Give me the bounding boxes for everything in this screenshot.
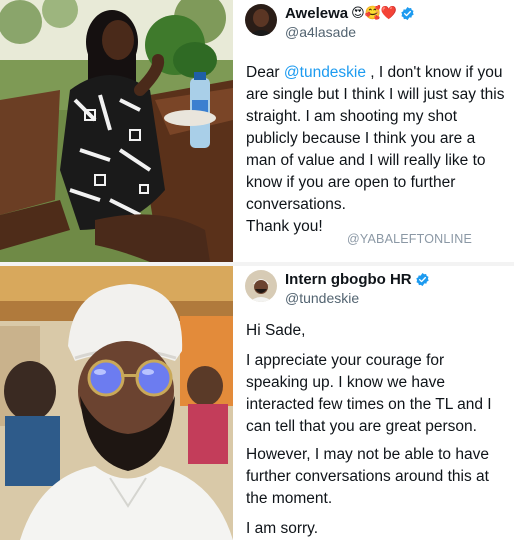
tweet-header: Intern gbogbo HR @tundeskie xyxy=(245,270,507,312)
mention-link[interactable]: @tundeskie xyxy=(284,64,366,81)
author-name-row: Awelewa 😍🥰❤️ xyxy=(285,5,415,22)
author-name[interactable]: Intern gbogbo HR xyxy=(285,271,412,288)
author-emojis: 😍🥰❤️ xyxy=(351,6,398,21)
tweet-paragraph: However, I may not be able to have furth… xyxy=(246,446,489,507)
tweet-body: Hi Sade, I appreciate your courage for s… xyxy=(246,320,508,540)
tweet-card-proposal: Awelewa 😍🥰❤️ @a4lasade Dear @tundeskie ,… xyxy=(233,0,514,262)
tweet-body-text: you are single but I think I will just s… xyxy=(246,64,505,213)
tweet-paragraph: Dear @tundeskie , I don't know if you ar… xyxy=(246,62,508,216)
author-handle[interactable]: @a4lasade xyxy=(285,24,356,40)
photo-man-with-cap xyxy=(0,266,233,540)
tweet-paragraph: I appreciate your courage for speaking u… xyxy=(246,352,492,435)
author-avatar[interactable] xyxy=(245,270,277,302)
author-handle[interactable]: @tundeskie xyxy=(285,290,359,306)
photo-woman-at-table xyxy=(0,0,233,262)
tweet-card-reply: Intern gbogbo HR @tundeskie Hi Sade, I a… xyxy=(233,266,514,540)
tweet-body: Dear @tundeskie , I don't know if you ar… xyxy=(246,62,508,238)
author-name[interactable]: Awelewa xyxy=(285,5,348,22)
verified-badge-icon xyxy=(415,272,430,287)
tweet-greeting: Hi Sade, xyxy=(246,322,306,339)
line-rest: , I don't know if xyxy=(366,64,474,81)
greeting-prefix: Dear xyxy=(246,64,284,81)
watermark: @YABALEFTONLINE xyxy=(347,232,472,246)
author-avatar[interactable] xyxy=(245,4,277,36)
author-name-row: Intern gbogbo HR xyxy=(285,271,430,288)
tweet-header: Awelewa 😍🥰❤️ @a4lasade xyxy=(245,4,507,46)
verified-badge-icon xyxy=(400,6,415,21)
tweet-paragraph: I am sorry. xyxy=(246,520,319,537)
